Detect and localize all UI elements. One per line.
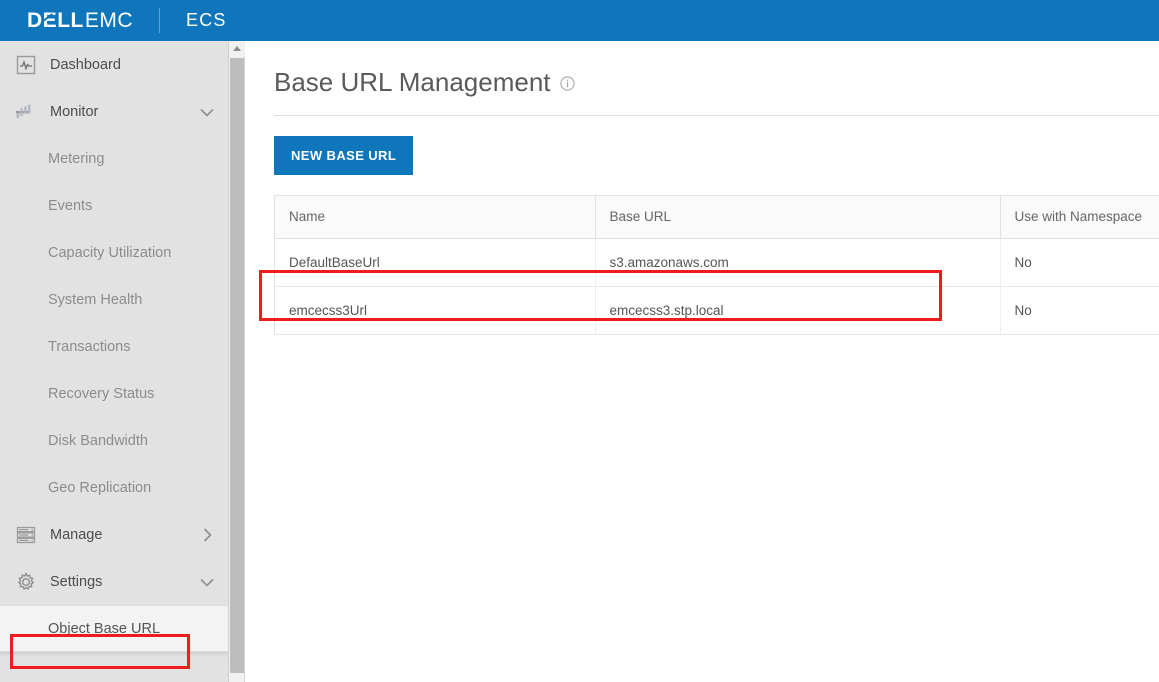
sidebar-item-label: Disk Bandwidth xyxy=(48,433,148,449)
sidebar-scrollbar[interactable] xyxy=(229,41,245,682)
table-row[interactable]: emcecss3Url emcecss3.stp.local No xyxy=(275,286,1159,334)
cell-base-url: emcecss3.stp.local xyxy=(595,286,1000,334)
dell-wordmark: DELL xyxy=(27,10,84,31)
scroll-up-arrow-icon[interactable] xyxy=(229,41,245,56)
top-bar: DELLEMC ECS xyxy=(0,0,1159,41)
table-header-row: Name Base URL Use with Namespace xyxy=(275,196,1159,238)
sidebar-item-capacity-utilization[interactable]: Capacity Utilization xyxy=(0,229,228,276)
server-icon xyxy=(14,523,38,547)
column-header-name[interactable]: Name xyxy=(275,196,595,238)
dell-emc-logo[interactable]: DELLEMC xyxy=(0,0,133,41)
chevron-down-icon[interactable] xyxy=(196,101,218,123)
sidebar-item-settings[interactable]: Settings xyxy=(0,558,228,605)
base-url-table: Name Base URL Use with Namespace Default… xyxy=(275,196,1159,335)
column-header-base-url[interactable]: Base URL xyxy=(595,196,1000,238)
sidebar-item-disk-bandwidth[interactable]: Disk Bandwidth xyxy=(0,417,228,464)
toolbar: NEW BASE URL xyxy=(246,116,1159,175)
sidebar-item-recovery-status[interactable]: Recovery Status xyxy=(0,370,228,417)
sidebar-item-label: Metering xyxy=(48,151,104,167)
table-row[interactable]: DefaultBaseUrl s3.amazonaws.com No xyxy=(275,238,1159,286)
sidebar-item-label: Geo Replication xyxy=(48,480,151,496)
table-header: Name Base URL Use with Namespace xyxy=(275,196,1159,238)
cell-base-url: s3.amazonaws.com xyxy=(595,238,1000,286)
monitor-icon xyxy=(14,100,38,124)
base-url-table-container: Name Base URL Use with Namespace Default… xyxy=(274,195,1159,335)
page-header: Base URL Management xyxy=(246,41,1159,98)
sidebar-item-label: Transactions xyxy=(48,339,130,355)
sidebar-item-geo-replication[interactable]: Geo Replication xyxy=(0,464,228,511)
sidebar-item-label: Monitor xyxy=(50,104,196,120)
topbar-divider xyxy=(159,8,160,33)
dashboard-icon xyxy=(14,53,38,77)
chevron-right-icon[interactable] xyxy=(196,524,218,546)
gear-icon xyxy=(14,570,38,594)
sidebar-item-dashboard[interactable]: Dashboard xyxy=(0,41,228,88)
sidebar-item-metering[interactable]: Metering xyxy=(0,135,228,182)
sidebar-item-label: Events xyxy=(48,198,92,214)
sidebar-item-label: System Health xyxy=(48,292,142,308)
emc-wordmark: EMC xyxy=(85,10,133,31)
sidebar-item-object-base-url[interactable]: Object Base URL xyxy=(0,605,228,652)
scrollbar-thumb[interactable] xyxy=(230,58,244,673)
dell-slash-e: E xyxy=(43,10,58,31)
sidebar-bottom-strip xyxy=(0,671,229,682)
new-base-url-button[interactable]: NEW BASE URL xyxy=(274,136,413,175)
sidebar-item-transactions[interactable]: Transactions xyxy=(0,323,228,370)
table-body: DefaultBaseUrl s3.amazonaws.com No emcec… xyxy=(275,238,1159,334)
main-content: Base URL Management NEW BASE URL Name Ba… xyxy=(246,41,1159,682)
sidebar-item-events[interactable]: Events xyxy=(0,182,228,229)
sidebar: Dashboard Monitor Meterin xyxy=(0,41,229,682)
app-root: DELLEMC ECS Dashboard xyxy=(0,0,1159,682)
cell-name: emcecss3Url xyxy=(275,286,595,334)
sidebar-item-monitor[interactable]: Monitor xyxy=(0,88,228,135)
info-icon[interactable] xyxy=(560,76,575,96)
cell-use-with-namespace: No xyxy=(1000,238,1159,286)
column-header-use-with-namespace[interactable]: Use with Namespace xyxy=(1000,196,1159,238)
sidebar-item-label: Capacity Utilization xyxy=(48,245,171,261)
sidebar-item-label: Object Base URL xyxy=(48,621,160,637)
page-title: Base URL Management xyxy=(274,67,551,98)
dell-wordmark-rest: LL xyxy=(57,10,84,31)
sidebar-item-label: Manage xyxy=(50,527,196,543)
chevron-down-icon[interactable] xyxy=(196,571,218,593)
sidebar-item-system-health[interactable]: System Health xyxy=(0,276,228,323)
app-name-label: ECS xyxy=(186,10,227,31)
cell-use-with-namespace: No xyxy=(1000,286,1159,334)
sidebar-item-label: Recovery Status xyxy=(48,386,154,402)
sidebar-item-label: Settings xyxy=(50,574,196,590)
sidebar-item-manage[interactable]: Manage xyxy=(0,511,228,558)
cell-name: DefaultBaseUrl xyxy=(275,238,595,286)
sidebar-item-label: Dashboard xyxy=(50,57,228,73)
